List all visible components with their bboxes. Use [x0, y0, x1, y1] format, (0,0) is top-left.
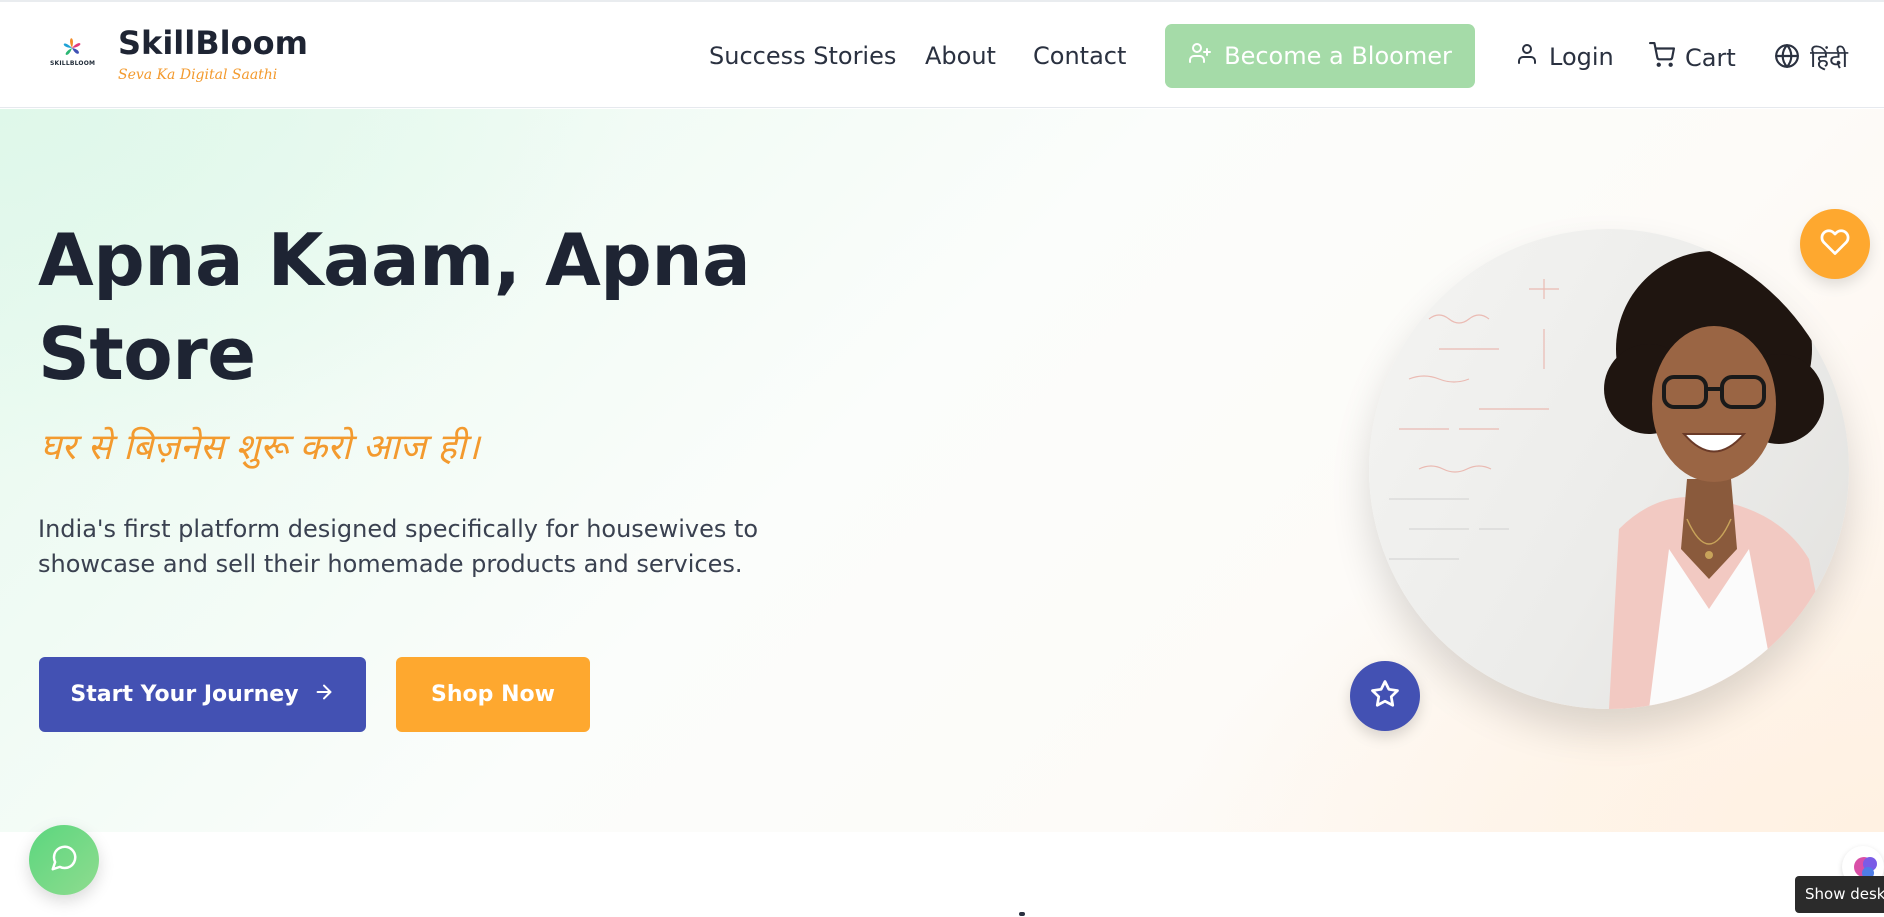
language-label: हिंदी [1810, 45, 1848, 73]
brand-tagline: Seva Ka Digital Saathi [118, 67, 278, 83]
brand-name[interactable]: SkillBloom [118, 24, 308, 62]
language-switcher[interactable]: हिंदी [1774, 42, 1848, 75]
bloom-flower-icon [63, 38, 81, 55]
chat-icon [49, 843, 79, 877]
hero-subtitle: घर से बिज़नेस शुरू करो आज ही। [40, 427, 480, 468]
hero-description: India's first platform designed specific… [38, 515, 759, 578]
section-indicator [1019, 912, 1025, 916]
star-icon [1370, 679, 1400, 713]
globe-icon [1774, 43, 1800, 75]
arrow-right-icon [313, 681, 335, 709]
cart-link[interactable]: Cart [1649, 42, 1736, 74]
shop-now-button[interactable]: Shop Now [396, 657, 590, 732]
nav-about[interactable]: About [925, 42, 996, 70]
login-label: Login [1549, 43, 1614, 71]
become-bloomer-button[interactable]: Become a Bloomer [1165, 24, 1475, 88]
user-icon [1515, 42, 1539, 72]
chat-button[interactable] [29, 825, 99, 895]
show-desktop-tooltip: Show desktop [1795, 876, 1884, 913]
brand-logo[interactable]: SKILLBLOOM [50, 32, 96, 72]
cart-icon [1649, 42, 1675, 74]
nav-contact[interactable]: Contact [1033, 42, 1126, 70]
nav-success-stories[interactable]: Success Stories [709, 42, 896, 70]
favorite-heart-button[interactable] [1800, 209, 1870, 279]
hero-title: Apna Kaam, Apna Store [38, 218, 751, 396]
user-plus-icon [1188, 41, 1212, 71]
login-link[interactable]: Login [1515, 42, 1614, 72]
start-journey-label: Start Your Journey [70, 682, 299, 707]
logo-wordmark: SKILLBLOOM [50, 60, 96, 67]
start-journey-button[interactable]: Start Your Journey [39, 657, 366, 732]
cart-label: Cart [1685, 44, 1736, 72]
hero-section: Apna Kaam, Apna Store घर से बिज़नेस शुरू… [0, 109, 1884, 832]
heart-icon [1820, 227, 1850, 261]
become-bloomer-label: Become a Bloomer [1224, 42, 1452, 70]
hero-photo [1369, 229, 1849, 709]
rating-star-button[interactable] [1350, 661, 1420, 731]
site-header: SKILLBLOOM SkillBloom Seva Ka Digital Sa… [0, 0, 1884, 108]
